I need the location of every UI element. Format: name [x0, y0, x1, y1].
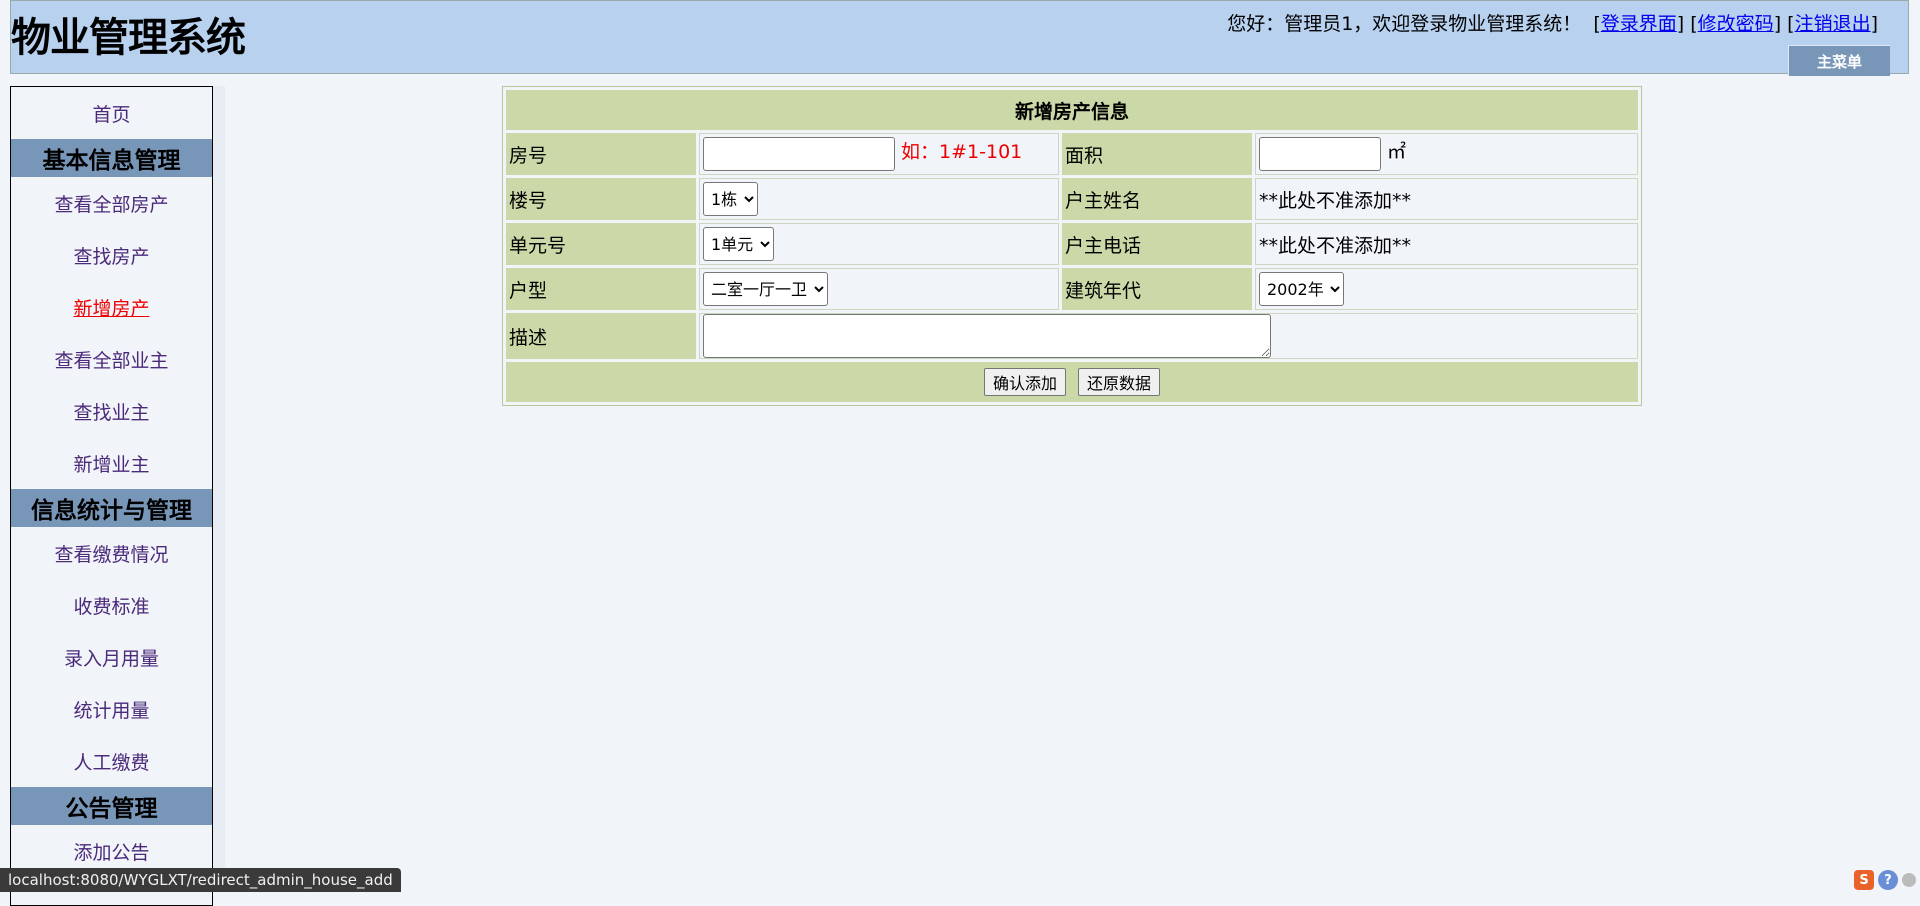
login-page-link[interactable]: 登录界面 — [1601, 13, 1677, 35]
add-house-form: 新增房产信息 房号 如：1#1-101 面积 ㎡ 楼号 1栋 户主姓名 **此处… — [502, 86, 1642, 406]
sidebar-section-basic-info: 基本信息管理 — [11, 139, 212, 177]
description-label: 描述 — [506, 313, 696, 359]
sidebar-item-find-owner[interactable]: 查找业主 — [11, 385, 212, 437]
logout-link[interactable]: 注销退出 — [1795, 13, 1871, 35]
main-menu-tab[interactable]: 主菜单 — [1788, 45, 1890, 76]
sidebar-item-view-all-owners[interactable]: 查看全部业主 — [11, 333, 212, 385]
header-bar: 物业管理系统 您好：管理员1，欢迎登录物业管理系统！ [登录界面] [修改密码]… — [10, 0, 1909, 76]
sidebar-item-fee-standard[interactable]: 收费标准 — [11, 579, 212, 631]
reset-data-button[interactable]: 还原数据 — [1078, 368, 1161, 396]
layout-select[interactable]: 二室一厅一卫 — [703, 272, 828, 306]
unit-select[interactable]: 1单元 — [703, 227, 774, 261]
sidebar-divider — [213, 86, 225, 892]
layout-label: 户型 — [506, 268, 696, 310]
room-label: 房号 — [506, 133, 696, 175]
area-label: 面积 — [1062, 133, 1252, 175]
welcome-area: 您好：管理员1，欢迎登录物业管理系统！ [登录界面] [修改密码] [注销退出] — [1227, 13, 1878, 35]
unit-label: 单元号 — [506, 223, 696, 265]
building-label: 楼号 — [506, 178, 696, 220]
sidebar-item-view-payments[interactable]: 查看缴费情况 — [11, 527, 212, 579]
change-password-link[interactable]: 修改密码 — [1698, 13, 1774, 35]
area-unit: ㎡ — [1387, 141, 1407, 163]
sidebar-item-home[interactable]: 首页 — [11, 87, 212, 139]
site-title: 物业管理系统 — [11, 15, 246, 61]
tray-icons: S ? — [1854, 870, 1916, 890]
sidebar: 首页 基本信息管理 查看全部房产 查找房产 新增房产 查看全部业主 查找业主 新… — [10, 86, 213, 906]
help-icon[interactable]: ? — [1878, 870, 1898, 890]
sidebar-item-enter-monthly-usage[interactable]: 录入月用量 — [11, 631, 212, 683]
sidebar-item-add-owner[interactable]: 新增业主 — [11, 437, 212, 489]
sidebar-item-usage-stats[interactable]: 统计用量 — [11, 683, 212, 735]
sidebar-section-announcements: 公告管理 — [11, 787, 212, 825]
status-bar-url: localhost:8080/WYGLXT/redirect_admin_hou… — [0, 868, 401, 892]
confirm-add-button[interactable]: 确认添加 — [983, 368, 1066, 396]
sogou-ime-icon[interactable]: S — [1854, 870, 1874, 890]
owner-phone-note: **此处不准添加** — [1255, 223, 1638, 265]
tray-expand-icon[interactable] — [1902, 873, 1916, 887]
sidebar-item-manual-payment[interactable]: 人工缴费 — [11, 735, 212, 787]
year-label: 建筑年代 — [1062, 268, 1252, 310]
room-hint: 如：1#1-101 — [901, 141, 1023, 163]
owner-name-label: 户主姓名 — [1062, 178, 1252, 220]
owner-phone-label: 户主电话 — [1062, 223, 1252, 265]
description-textarea[interactable] — [703, 314, 1271, 358]
room-number-input[interactable] — [703, 137, 895, 171]
building-select[interactable]: 1栋 — [703, 182, 758, 216]
sidebar-item-add-house[interactable]: 新增房产 — [11, 281, 212, 333]
year-select[interactable]: 2002年 — [1259, 272, 1344, 306]
sidebar-item-find-house[interactable]: 查找房产 — [11, 229, 212, 281]
button-row: 确认添加 还原数据 — [506, 362, 1638, 402]
welcome-text: 您好：管理员1，欢迎登录物业管理系统！ — [1227, 13, 1582, 35]
owner-name-note: **此处不准添加** — [1255, 178, 1638, 220]
area-input[interactable] — [1259, 137, 1381, 171]
sidebar-item-view-all-houses[interactable]: 查看全部房产 — [11, 177, 212, 229]
sidebar-section-statistics: 信息统计与管理 — [11, 489, 212, 527]
form-title: 新增房产信息 — [506, 90, 1638, 130]
